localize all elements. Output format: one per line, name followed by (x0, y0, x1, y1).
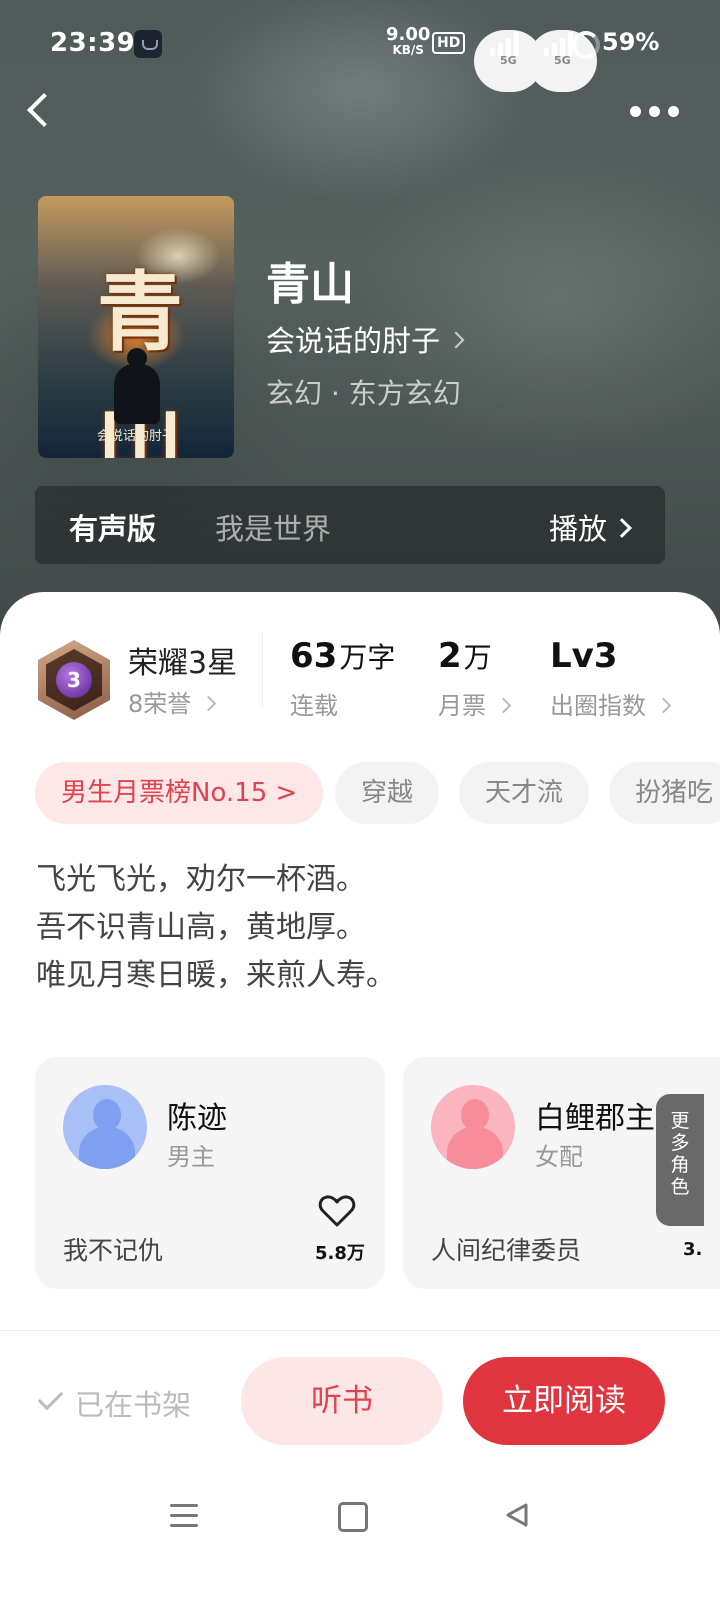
notification-app-icon (134, 30, 162, 58)
influence-index-label: 出圈指数 (550, 692, 646, 720)
book-synopsis[interactable]: 飞光飞光，劝尔一杯酒。 吾不识青山高，黄地厚。 唯见月寒日暖，来煎人寿。 (36, 856, 396, 1000)
status-time: 23:39 (50, 28, 136, 58)
influence-index-link[interactable]: 出圈指数 (550, 686, 672, 721)
on-shelf-status: 已在书架 (37, 1382, 192, 1424)
character-name: 白鲤郡主 (535, 1101, 655, 1136)
book-cover[interactable]: 青山 会说话的肘子 (38, 196, 234, 458)
battery-percent: 59% (602, 28, 660, 56)
book-detail-card: 3 荣耀3星 8荣誉 63万字 连载 2万 月票 Lv3 出圈指数 男生月票榜N… (0, 592, 720, 1610)
tag-item[interactable]: 穿越 (335, 762, 440, 824)
serial-status: 连载 (290, 692, 338, 720)
monthly-tickets-link[interactable]: 月票 (438, 686, 512, 721)
character-role: 女配 (535, 1143, 583, 1171)
character-avatar (431, 1085, 515, 1169)
word-count-value: 63 (290, 636, 338, 676)
chevron-right-icon (612, 518, 632, 538)
character-card[interactable]: 陈迹 男主 我不记仇 5.8万 (35, 1057, 385, 1289)
read-now-button[interactable]: 立即阅读 (463, 1357, 665, 1445)
audio-version-bar[interactable]: 有声版 我是世界 播放 (35, 486, 665, 564)
monthly-tickets-unit: 万 (463, 641, 492, 674)
honor-title: 荣耀3星 (128, 646, 238, 681)
audio-label: 有声版 (69, 512, 157, 546)
network-speed-value: 9.00 (386, 24, 431, 45)
book-title: 青山 (266, 259, 354, 310)
bottom-divider (0, 1330, 720, 1331)
tag-item[interactable]: 天才流 (459, 762, 590, 824)
battery-icon (572, 31, 600, 59)
honor-badge-icon: 3 (38, 640, 110, 720)
signal-icon: 5G (474, 30, 543, 92)
honor-sub: 8荣誉 (128, 690, 192, 718)
signal-icon-2: 5G (528, 30, 597, 92)
character-likes: 3. (683, 1239, 703, 1260)
chevron-right-icon (201, 695, 217, 712)
more-roles-char: 角 (670, 1154, 690, 1176)
home-icon[interactable] (338, 1502, 368, 1532)
book-genre: 玄幻 · 东方玄幻 (266, 377, 461, 410)
character-avatar (63, 1085, 147, 1169)
monthly-tickets-value: 2 (438, 636, 462, 676)
more-roles-char: 多 (670, 1132, 690, 1154)
chevron-right-icon (655, 697, 672, 714)
tag-item[interactable]: 扮猪吃 (609, 762, 720, 824)
listen-button[interactable]: 听书 (241, 1357, 443, 1445)
author-link[interactable]: 会说话的肘子 (266, 318, 465, 360)
play-button[interactable]: 播放 (548, 506, 632, 548)
more-options-button[interactable] (624, 96, 684, 126)
heart-icon[interactable] (317, 1191, 357, 1231)
hd-voice-icon: HD (432, 32, 466, 54)
system-back-icon[interactable] (504, 1502, 530, 1528)
chevron-right-icon (447, 331, 465, 349)
back-button[interactable] (22, 90, 62, 130)
synopsis-line: 唯见月寒日暖，来煎人寿。 (36, 958, 396, 993)
network-speed-unit: KB/S (392, 43, 424, 57)
more-roles-button[interactable]: 更 多 角 色 (656, 1094, 704, 1226)
stats-divider (262, 632, 263, 706)
character-name: 陈迹 (167, 1101, 227, 1136)
word-count: 63万字 (290, 636, 395, 676)
monthly-tickets-label: 月票 (438, 692, 486, 720)
character-likes: 5.8万 (315, 1243, 365, 1264)
cover-figure (114, 348, 160, 424)
header-backdrop: 23:39 9.00 KB/S HD 5G 5G 59% 青山 会说话的肘子 青… (0, 0, 720, 660)
play-label: 播放 (548, 512, 607, 546)
synopsis-line: 吾不识青山高，黄地厚。 (36, 910, 366, 945)
check-icon (37, 1384, 64, 1411)
character-quote: 人间纪律委员 (431, 1236, 582, 1265)
tag-ranking[interactable]: 男生月票榜No.15 > (35, 762, 324, 824)
system-nav-bar (0, 1480, 720, 1580)
honor-badge-level: 3 (56, 662, 92, 698)
status-bar: 23:39 9.00 KB/S HD 5G 5G 59% (0, 24, 720, 92)
stats-row: 3 荣耀3星 8荣誉 63万字 连载 2万 月票 Lv3 出圈指数 (0, 632, 720, 728)
more-roles-char: 色 (670, 1176, 690, 1198)
recent-apps-icon[interactable] (170, 1504, 198, 1528)
more-roles-char: 更 (670, 1110, 690, 1132)
author-name: 会说话的肘子 (266, 324, 441, 358)
honor-link[interactable]: 8荣誉 (128, 684, 217, 719)
monthly-tickets: 2万 (438, 636, 492, 676)
chevron-right-icon (495, 697, 512, 714)
influence-index-value: Lv3 (550, 636, 618, 676)
word-count-unit: 万字 (339, 641, 396, 674)
synopsis-line: 飞光飞光，劝尔一杯酒。 (36, 862, 366, 897)
on-shelf-label: 已在书架 (75, 1388, 192, 1422)
network-speed: 9.00 KB/S (386, 24, 431, 57)
tag-list: 男生月票榜No.15 > 穿越 天才流 扮猪吃 (35, 762, 720, 824)
character-quote: 我不记仇 (63, 1236, 164, 1265)
audio-narrator: 我是世界 (215, 512, 332, 546)
character-role: 男主 (167, 1143, 215, 1171)
cover-author: 会说话的肘子 (96, 429, 175, 444)
